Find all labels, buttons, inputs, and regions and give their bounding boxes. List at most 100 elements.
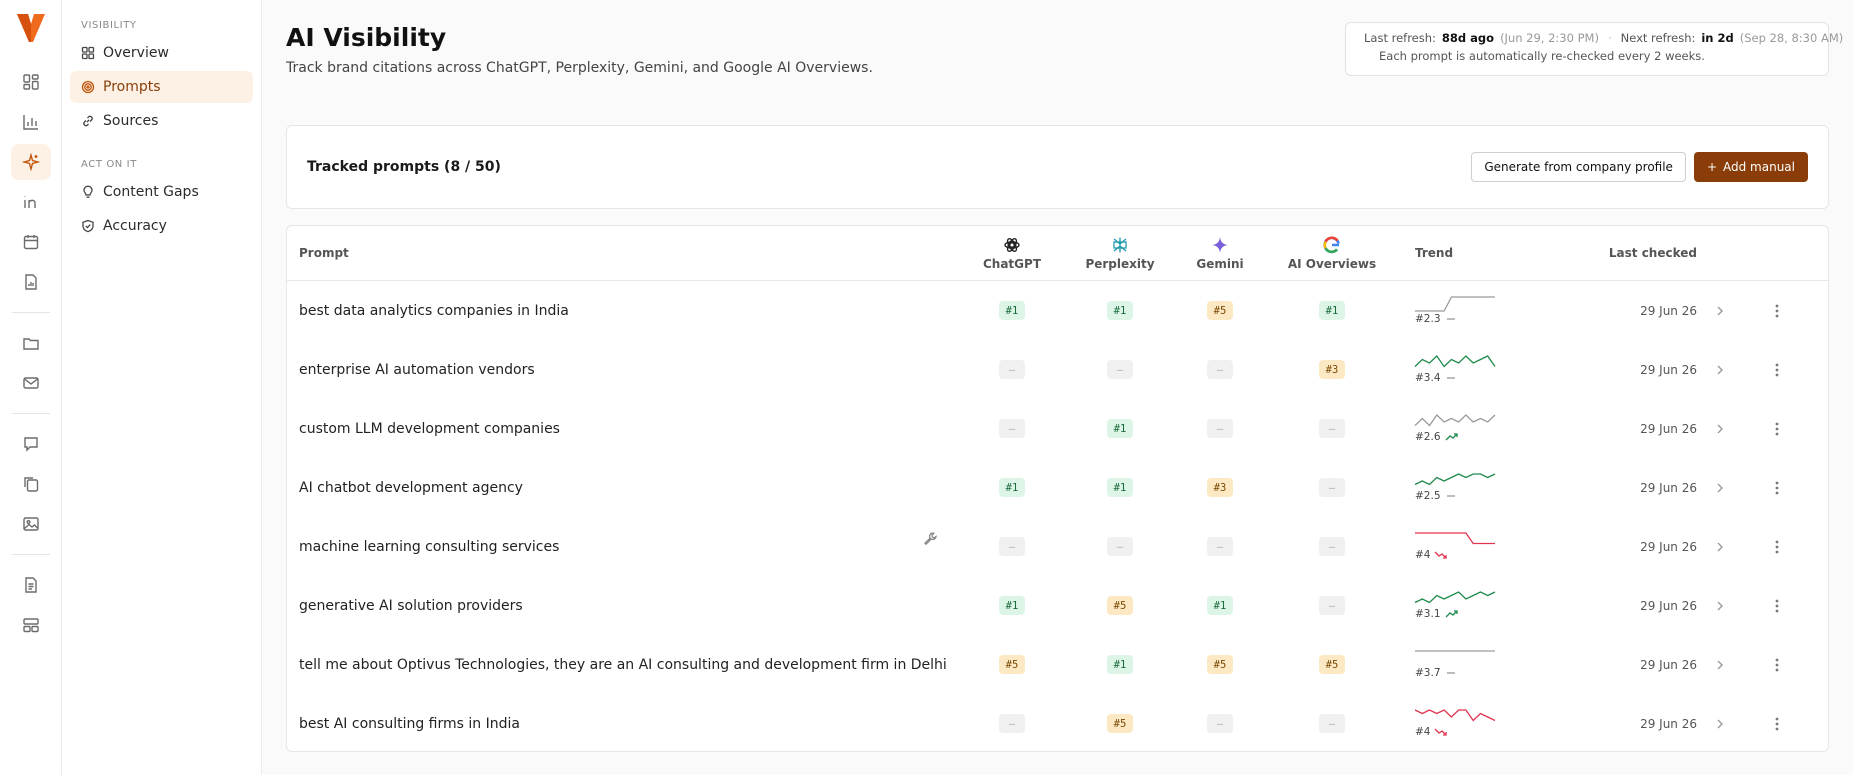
prompt-cell: best AI consulting firms in India <box>287 716 962 732</box>
perplexity-rank-badge: — <box>1107 360 1133 379</box>
col-last-checked-header[interactable]: Last checked <box>1532 246 1697 260</box>
nav-item-accuracy[interactable]: Accuracy <box>70 210 253 242</box>
table-row[interactable]: custom LLM development companies — #1 — … <box>287 399 1828 458</box>
trend-cell: #2.5 <box>1402 473 1532 502</box>
folder-icon[interactable] <box>11 325 51 361</box>
perplexity-rank-badge: #5 <box>1107 714 1133 733</box>
next-refresh-detail: (Sep 28, 8:30 AM) <box>1739 31 1844 45</box>
ai-overviews-label: AI Overviews <box>1287 256 1377 271</box>
lightbulb-icon <box>83 185 93 198</box>
trend-average: #3.1 <box>1415 608 1441 620</box>
gemini-rank-badge: #1 <box>1207 596 1233 615</box>
perplexity-rank-badge: #1 <box>1107 655 1133 674</box>
ai-overviews-rank-badge: — <box>1319 714 1345 733</box>
ai-overviews-cell: #1 <box>1262 301 1402 320</box>
sparkline-path <box>1414 473 1496 486</box>
ai-overviews-rank-badge: #3 <box>1319 360 1345 379</box>
report-icon[interactable] <box>11 264 51 300</box>
chevron-right-icon[interactable] <box>1697 600 1742 612</box>
nav-item-sources[interactable]: Sources <box>70 105 253 137</box>
more-vertical-icon[interactable] <box>1742 717 1812 731</box>
prompt-text: AI chatbot development agency <box>299 479 523 496</box>
more-vertical-icon[interactable] <box>1742 658 1812 672</box>
perplexity-cell: — <box>1062 360 1178 379</box>
chevron-right-icon[interactable] <box>1697 482 1742 494</box>
perplexity-rank-badge: #1 <box>1107 301 1133 320</box>
prompt-cell: generative AI solution providers <box>287 598 962 614</box>
table-row[interactable]: tell me about Optivus Technologies, they… <box>287 635 1828 694</box>
gemini-icon <box>1211 236 1228 253</box>
chevron-right-icon[interactable] <box>1697 659 1742 671</box>
table-row[interactable]: machine learning consulting services — —… <box>287 517 1828 576</box>
more-vertical-icon[interactable] <box>1742 422 1812 436</box>
col-prompt-header[interactable]: Prompt <box>287 246 962 260</box>
gemini-rank-badge: #5 <box>1207 655 1233 674</box>
document-icon[interactable] <box>11 567 51 603</box>
wrench-icon[interactable] <box>923 531 938 546</box>
chevron-right-icon[interactable] <box>1697 718 1742 730</box>
gemini-cell: #5 <box>1178 301 1262 320</box>
prompt-cell: tell me about Optivus Technologies, they… <box>287 657 962 673</box>
more-vertical-icon[interactable] <box>1742 540 1812 554</box>
linkedin-icon[interactable] <box>11 184 51 220</box>
brand-logo[interactable] <box>13 10 49 46</box>
col-perplexity-header[interactable]: Perplexity <box>1085 236 1155 271</box>
chatgpt-rank-badge: #1 <box>999 596 1025 615</box>
trend-sparkline <box>1414 355 1496 368</box>
perplexity-cell: #5 <box>1062 714 1178 733</box>
col-gemini-header[interactable]: Gemini <box>1196 236 1244 271</box>
col-trend-header[interactable]: Trend <box>1402 246 1532 260</box>
chevron-right-icon[interactable] <box>1697 423 1742 435</box>
col-chatgpt-header[interactable]: ChatGPT <box>983 236 1041 271</box>
trend-sparkline <box>1415 532 1495 545</box>
more-vertical-icon[interactable] <box>1742 363 1812 377</box>
ai-overviews-cell: — <box>1262 478 1402 497</box>
mail-icon[interactable] <box>11 365 51 401</box>
chat-icon[interactable] <box>11 426 51 462</box>
chatgpt-label: ChatGPT <box>982 256 1041 271</box>
layout-icon[interactable] <box>11 607 51 643</box>
table-row[interactable]: enterprise AI automation vendors — — — #… <box>287 340 1828 399</box>
generate-from-profile-button[interactable]: Generate from company profile <box>1471 152 1686 182</box>
table-row[interactable]: best data analytics companies in India #… <box>287 281 1828 340</box>
prompt-cell: best data analytics companies in India <box>287 303 962 319</box>
more-vertical-icon[interactable] <box>1742 481 1812 495</box>
trend-sparkline <box>1414 591 1496 604</box>
prompt-cell: enterprise AI automation vendors <box>287 362 962 378</box>
col-ai-overviews-header[interactable]: AI Overviews <box>1288 236 1376 271</box>
chevron-right-icon[interactable] <box>1697 305 1742 317</box>
chatgpt-rank-badge: — <box>999 537 1025 556</box>
nav-item-overview[interactable]: Overview <box>70 37 253 69</box>
table-row[interactable]: generative AI solution providers #1 #5 #… <box>287 576 1828 635</box>
trend-up-icon <box>1445 433 1458 441</box>
nav-item-prompts[interactable]: Prompts <box>70 71 253 103</box>
next-refresh-value: in 2d <box>1701 31 1734 45</box>
add-manual-button[interactable]: + Add manual <box>1693 152 1808 182</box>
chevron-right-icon[interactable] <box>1697 541 1742 553</box>
more-vertical-icon[interactable] <box>1742 599 1812 613</box>
nav-item-label: Content Gaps <box>103 184 199 200</box>
nav-item-content-gaps[interactable]: Content Gaps <box>70 176 253 208</box>
chevron-right-icon[interactable] <box>1697 364 1742 376</box>
last-checked-date: 29 Jun 26 <box>1640 598 1697 613</box>
prompt-text: custom LLM development companies <box>299 420 560 437</box>
page-title: AI Visibility <box>286 23 447 52</box>
trend-cell: #4 <box>1402 709 1532 738</box>
ai-overviews-cell: — <box>1262 537 1402 556</box>
dashboard-icon[interactable] <box>11 64 51 100</box>
tracked-prompts-title: Tracked prompts (8 / 50) <box>307 159 501 175</box>
add-manual-label: Add manual <box>1723 160 1795 174</box>
table-row[interactable]: AI chatbot development agency #1 #1 #3 —… <box>287 458 1828 517</box>
ai-overviews-rank-badge: — <box>1319 537 1345 556</box>
calendar-icon[interactable] <box>11 224 51 260</box>
sparkles-icon[interactable] <box>10 144 51 180</box>
table-row[interactable]: best AI consulting firms in India — #5 —… <box>287 694 1828 751</box>
google-icon <box>1323 236 1340 253</box>
chatgpt-cell: #1 <box>962 478 1062 497</box>
copy-icon[interactable] <box>11 466 51 502</box>
image-icon[interactable] <box>11 506 51 542</box>
last-checked-date: 29 Jun 26 <box>1640 421 1697 436</box>
more-vertical-icon[interactable] <box>1742 304 1812 318</box>
bar-chart-icon[interactable] <box>11 104 51 140</box>
refresh-note: Each prompt is automatically re-checked … <box>1379 49 1705 63</box>
